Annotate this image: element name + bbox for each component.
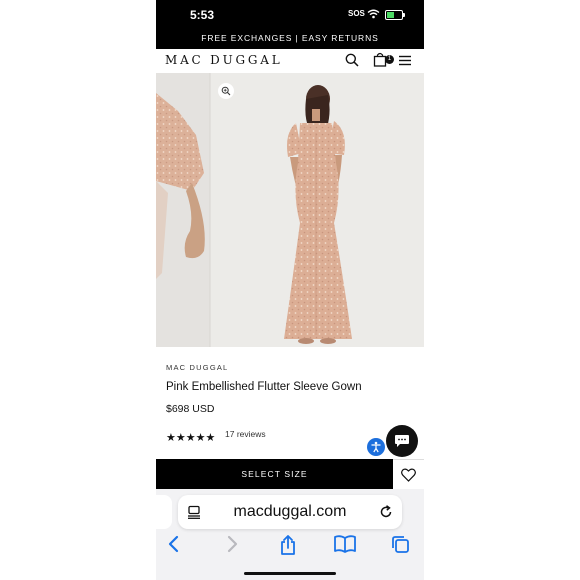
forward-icon[interactable]	[225, 535, 239, 553]
phone-screen: 5:53 SOS FREE EXCHANGES | EASY RETURNS M…	[156, 0, 424, 580]
search-icon[interactable]	[345, 53, 359, 67]
product-price: $698 USD	[166, 403, 215, 415]
rating-stars-icon: ★★★★★	[166, 432, 216, 444]
bookmarks-icon[interactable]	[334, 535, 356, 553]
product-rating[interactable]: ★★★★★ 17 reviews	[166, 428, 266, 444]
accessibility-button[interactable]	[367, 438, 385, 456]
previous-tab-edge[interactable]	[156, 495, 172, 529]
reviews-link[interactable]: 17 reviews	[225, 429, 266, 439]
product-image-gallery[interactable]	[156, 73, 424, 347]
tabs-icon[interactable]	[391, 535, 410, 554]
select-size-button[interactable]: SELECT SIZE	[156, 459, 393, 489]
url-text: macduggal.com	[233, 503, 347, 520]
reload-icon[interactable]	[379, 505, 393, 519]
status-bar: 5:53 SOS	[156, 0, 424, 28]
back-icon[interactable]	[167, 535, 181, 553]
wishlist-button[interactable]	[393, 459, 424, 489]
heart-icon	[401, 468, 416, 482]
chat-icon	[395, 435, 409, 447]
battery-icon	[385, 10, 405, 20]
cart-count-badge: 1	[385, 55, 394, 64]
address-bar[interactable]: macduggal.com	[178, 495, 402, 529]
product-image	[156, 73, 424, 347]
brand-logo[interactable]: MAC DUGGAL	[165, 53, 283, 67]
browser-chrome: macduggal.com	[156, 489, 424, 580]
chat-button[interactable]	[386, 425, 418, 457]
accessibility-icon	[371, 441, 381, 453]
menu-icon[interactable]	[398, 55, 412, 66]
home-indicator[interactable]	[244, 572, 336, 575]
product-brand[interactable]: MAC DUGGAL	[166, 363, 228, 372]
sos-indicator: SOS	[348, 9, 365, 18]
promo-banner[interactable]: FREE EXCHANGES | EASY RETURNS	[156, 28, 424, 49]
zoom-in-icon	[221, 86, 231, 96]
zoom-button[interactable]	[218, 83, 234, 99]
status-time: 5:53	[190, 8, 215, 22]
share-icon[interactable]	[279, 535, 297, 555]
product-title: Pink Embellished Flutter Sleeve Gown	[166, 381, 362, 393]
wifi-icon	[367, 9, 380, 19]
site-header: MAC DUGGAL 1	[156, 49, 424, 73]
